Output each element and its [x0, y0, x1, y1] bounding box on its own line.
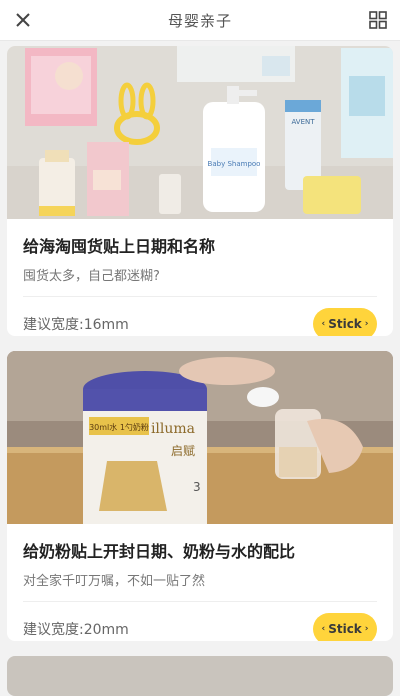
- grid-icon: [369, 11, 387, 29]
- product-photo: 30ml水 1勺奶粉 illuma 启赋 3: [7, 351, 393, 524]
- svg-text:illuma: illuma: [151, 421, 195, 437]
- close-button[interactable]: [10, 7, 36, 33]
- svg-text:3: 3: [193, 480, 201, 494]
- product-photo: Baby Shampoo AVENT: [7, 46, 393, 219]
- top-bar: 母婴亲子: [0, 0, 400, 41]
- sticker-card[interactable]: 30ml水 1勺奶粉 illuma 启赋 3 给奶粉贴上开封日期、奶粉与水的配比…: [7, 351, 393, 641]
- stick-button[interactable]: ‹ Stick ›: [313, 308, 377, 336]
- left-bracket-icon: ‹: [321, 624, 326, 634]
- grid-view-button[interactable]: [366, 8, 390, 32]
- sticker-card[interactable]: Baby Shampoo AVENT 给海淘囤货贴上日期和名称 囤货太多，自己都…: [7, 46, 393, 336]
- svg-text:Baby Shampoo: Baby Shampoo: [208, 160, 261, 168]
- product-photo: [7, 656, 393, 696]
- svg-text:AVENT: AVENT: [291, 118, 315, 126]
- card-subtitle: 囤货太多，自己都迷糊?: [23, 269, 160, 284]
- right-bracket-icon: ›: [364, 624, 369, 634]
- svg-text:启赋: 启赋: [171, 444, 195, 458]
- svg-text:30ml水 1勺奶粉: 30ml水 1勺奶粉: [89, 422, 149, 432]
- card-title: 给奶粉贴上开封日期、奶粉与水的配比: [23, 542, 296, 561]
- card-title: 给海淘囤货贴上日期和名称: [23, 237, 216, 256]
- card-subtitle: 对全家千叮万嘱，不如一贴了然: [23, 574, 206, 589]
- right-bracket-icon: ›: [364, 319, 369, 329]
- recommended-width: 建议宽度:20mm: [23, 622, 129, 638]
- close-icon: [16, 13, 30, 27]
- sticker-card[interactable]: [7, 656, 393, 696]
- stick-button-label: Stick: [328, 622, 362, 636]
- left-bracket-icon: ‹: [321, 319, 326, 329]
- recommended-width: 建议宽度:16mm: [23, 317, 129, 333]
- page-title: 母婴亲子: [167, 11, 232, 30]
- stick-button-label: Stick: [328, 317, 362, 331]
- stick-button[interactable]: ‹ Stick ›: [313, 613, 377, 641]
